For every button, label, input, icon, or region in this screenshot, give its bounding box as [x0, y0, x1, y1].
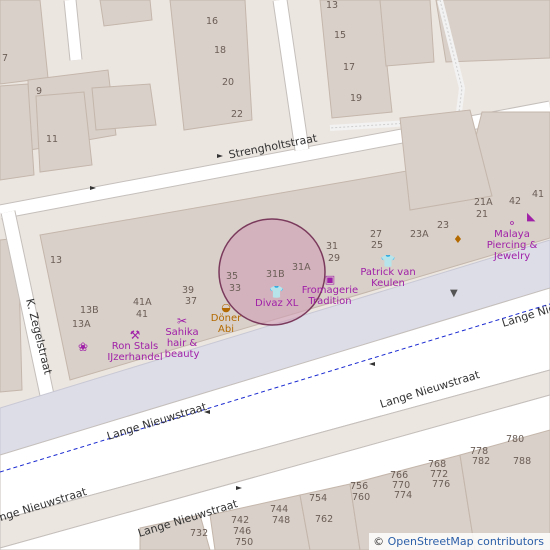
house-number: 27 — [370, 229, 383, 240]
house-number: 776 — [432, 479, 451, 490]
florist-icon: ❀ — [78, 340, 89, 354]
house-number: 746 — [233, 526, 252, 537]
house-number: 42 — [509, 196, 522, 207]
house-number: 13A — [72, 319, 91, 330]
house-number: 13 — [50, 255, 63, 266]
shirt-icon: 👕 — [380, 254, 396, 268]
hardware-icon: ⚒ — [129, 328, 141, 342]
house-number: 31A — [292, 262, 311, 273]
poi-florist[interactable]: ❀ — [78, 340, 89, 354]
house-number: 41 — [532, 189, 545, 200]
poi-jewelry[interactable]: ♦ — [453, 234, 463, 245]
house-number: 33 — [229, 283, 242, 294]
house-number: 31 — [326, 241, 339, 252]
house-number: 21A — [474, 197, 493, 208]
house-number: 31B — [266, 269, 285, 280]
poi-doner-abi[interactable]: ◒ Döner Abi — [205, 302, 247, 335]
house-number: 762 — [315, 514, 334, 525]
house-number: 742 — [231, 515, 250, 526]
house-number: 18 — [214, 45, 227, 56]
house-number: 780 — [506, 434, 525, 445]
building — [91, 83, 157, 131]
cheese-shop-icon: ▣ — [324, 273, 336, 286]
house-number: 22 — [231, 109, 244, 120]
house-number: 11 — [46, 134, 59, 145]
house-number: 17 — [343, 62, 356, 73]
jewelry-icon: ♦ — [453, 233, 463, 246]
house-number: 754 — [309, 493, 328, 504]
house-number: 41 — [136, 309, 149, 320]
poi-shoe[interactable]: ◣ — [527, 211, 535, 222]
building — [0, 0, 49, 85]
copyright-symbol: © — [373, 535, 385, 548]
map-view[interactable]: Strengholtstraat K. Zegelstraat Lange Ni… — [0, 0, 550, 550]
poi-patrick-van-keulen[interactable]: 👕 Patrick van Keulen — [356, 254, 420, 289]
house-number: 748 — [272, 515, 291, 526]
house-number: 39 — [182, 285, 195, 296]
house-number: 750 — [235, 537, 254, 548]
house-number: 20 — [222, 77, 235, 88]
house-number: 37 — [185, 296, 198, 307]
house-number: 744 — [270, 504, 289, 515]
attribution-link[interactable]: OpenStreetMap contributors — [388, 535, 544, 548]
house-number: 16 — [206, 16, 219, 27]
poi-sahika[interactable]: ✂ Sahika hair & beauty — [160, 314, 204, 360]
house-number: 19 — [350, 93, 363, 104]
poi-ron-stals[interactable]: ⚒ Ron Stals IJzerhandel — [106, 328, 164, 363]
poi-fromagerie-tradition[interactable]: ▣ Fromagerie Tradition — [300, 274, 360, 307]
poi-malaya-piercing[interactable]: ⚬ Malaya Piercing & Jewelry — [484, 218, 540, 262]
building — [35, 91, 93, 173]
hairdresser-icon: ✂ — [176, 314, 188, 328]
house-number: 15 — [334, 30, 347, 41]
house-number: 13B — [80, 305, 99, 316]
house-number: 732 — [190, 528, 209, 539]
waste-basket-icon: ▼ — [450, 288, 458, 299]
fast-food-icon: ◒ — [221, 301, 231, 314]
house-number: 9 — [36, 86, 43, 97]
building — [379, 0, 435, 67]
house-number: 13 — [326, 0, 339, 11]
house-number: 23 — [437, 220, 450, 231]
poi-waste-basket: ▼ — [450, 288, 458, 299]
house-number: 782 — [472, 456, 491, 467]
shirt-icon: 👕 — [269, 285, 285, 299]
shoe-icon: ◣ — [527, 210, 536, 223]
house-number: 760 — [352, 492, 371, 503]
house-number: 41A — [133, 297, 152, 308]
house-number: 774 — [394, 490, 413, 501]
house-number: 788 — [513, 456, 532, 467]
house-number: 29 — [328, 253, 341, 264]
map-attribution: © OpenStreetMap contributors — [369, 533, 550, 550]
building — [0, 83, 35, 181]
poi-divaz-xl[interactable]: 👕 Divaz XL — [255, 285, 298, 309]
house-number: 23A — [410, 229, 429, 240]
house-number: 7 — [2, 53, 9, 64]
house-number: 25 — [371, 240, 384, 251]
house-number: 35 — [226, 271, 239, 282]
house-number: 756 — [350, 481, 369, 492]
building — [99, 0, 153, 27]
